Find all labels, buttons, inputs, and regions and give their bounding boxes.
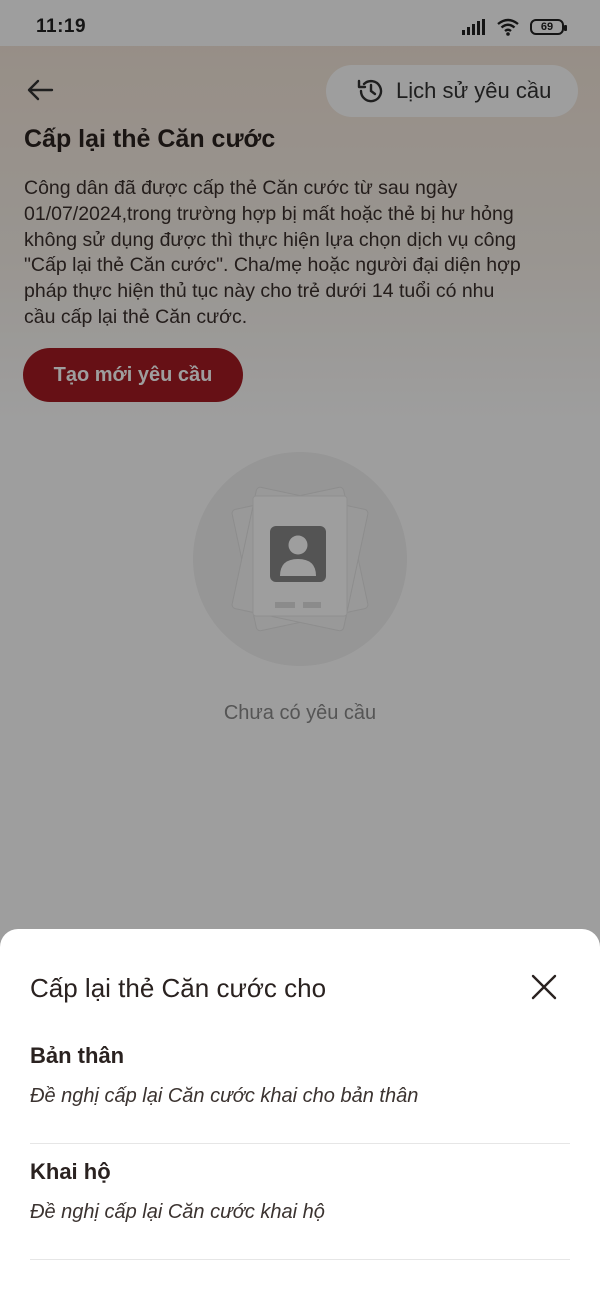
option-on-behalf[interactable]: Khai hộ Đề nghị cấp lại Căn cước khai hộ xyxy=(30,1149,570,1260)
option-description: Đề nghị cấp lại Căn cước khai cho bản th… xyxy=(30,1085,419,1107)
close-button[interactable] xyxy=(524,967,564,1007)
option-title: Khai hộ xyxy=(30,1159,111,1184)
app-screen: 11:19 69 Lịch sử yêu cầu Cấp lại thẻ Căn… xyxy=(0,0,600,1300)
bottom-sheet: Cấp lại thẻ Căn cước cho Bản thân Đề ngh… xyxy=(0,929,600,1300)
option-title: Bản thân xyxy=(30,1043,125,1068)
option-self[interactable]: Bản thân Đề nghị cấp lại Căn cước khai c… xyxy=(30,1033,570,1144)
close-icon xyxy=(531,974,557,1000)
sheet-title: Cấp lại thẻ Căn cước cho xyxy=(30,973,327,1003)
option-description: Đề nghị cấp lại Căn cước khai hộ xyxy=(30,1201,325,1223)
